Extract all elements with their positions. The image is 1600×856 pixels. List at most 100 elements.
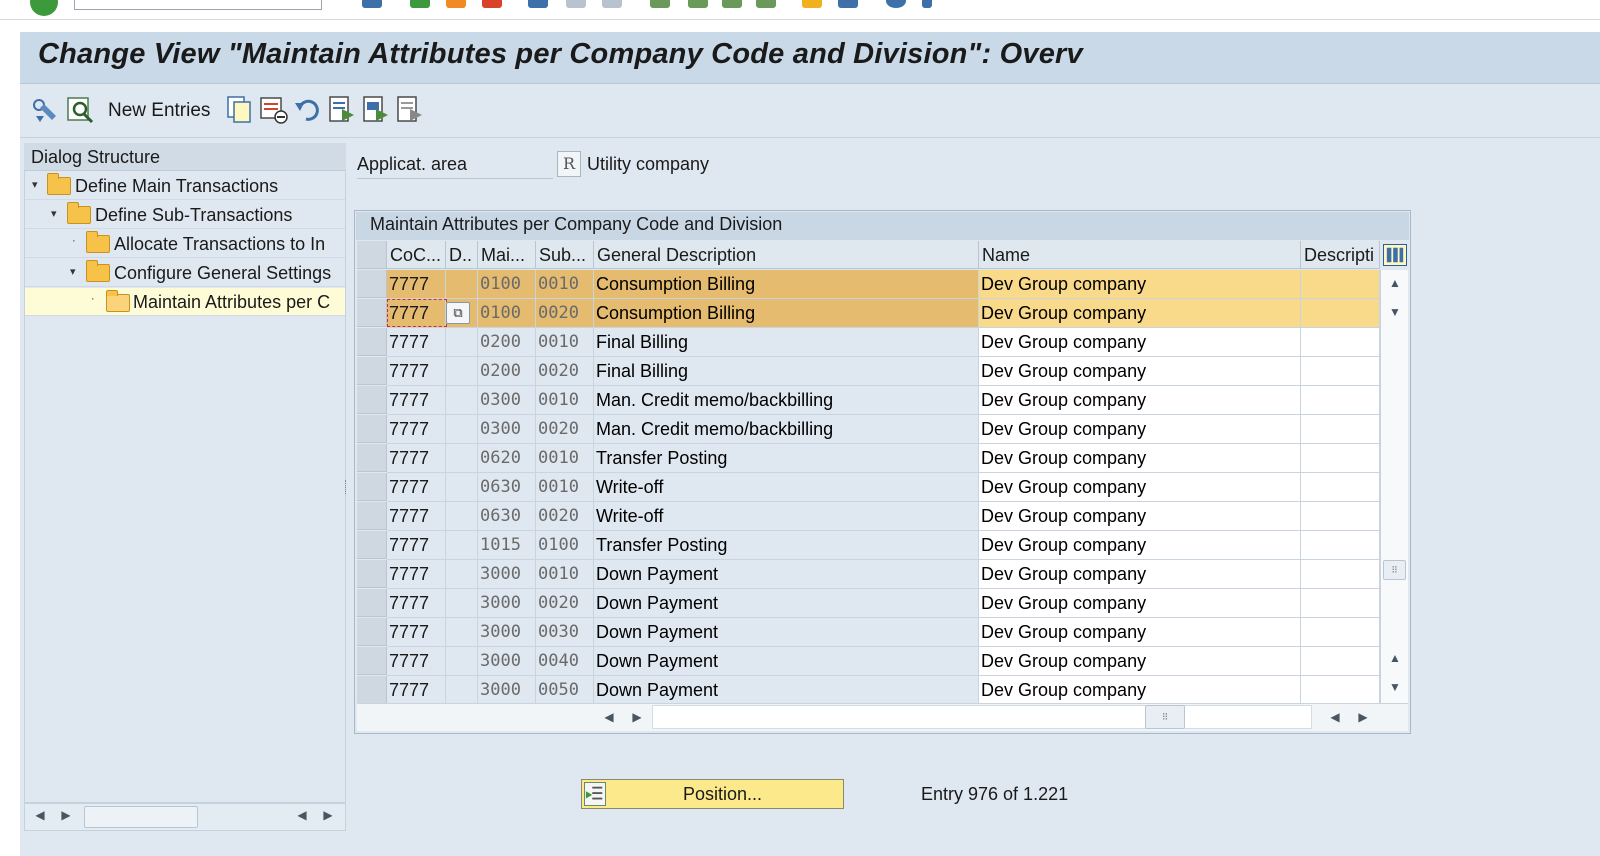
cell-division[interactable] bbox=[446, 386, 478, 415]
cell-name[interactable]: Dev Group company bbox=[979, 531, 1301, 560]
table-settings-icon[interactable] bbox=[1383, 244, 1407, 266]
chevron-down-icon[interactable]: ▾ bbox=[70, 265, 76, 278]
cell-description[interactable] bbox=[1301, 618, 1380, 647]
cell-name[interactable]: Dev Group company bbox=[979, 589, 1301, 618]
scroll-up-icon[interactable]: ▲ bbox=[1381, 276, 1409, 290]
row-selector[interactable] bbox=[357, 357, 387, 385]
shortcut-icon[interactable] bbox=[838, 0, 858, 8]
next-page-icon[interactable] bbox=[722, 0, 742, 8]
undo-icon[interactable] bbox=[294, 95, 322, 123]
cell-general-description[interactable]: Write-off bbox=[594, 502, 979, 531]
cell-general-description[interactable]: Down Payment bbox=[594, 560, 979, 589]
cell-sub-transaction[interactable]: 0010 bbox=[536, 270, 594, 299]
cell-main-transaction[interactable]: 3000 bbox=[478, 676, 536, 705]
new-session-icon[interactable] bbox=[802, 0, 822, 8]
row-selector[interactable] bbox=[357, 647, 387, 675]
cell-main-transaction[interactable]: 0300 bbox=[478, 386, 536, 415]
table-row[interactable]: 7777 0300 0010 Man. Credit memo/backbilling… bbox=[387, 386, 1380, 415]
table-row[interactable]: 7777 3000 0030 Down Payment Dev Group compan… bbox=[387, 618, 1380, 647]
cell-general-description[interactable]: Consumption Billing bbox=[594, 270, 979, 299]
cell-main-transaction[interactable]: 0200 bbox=[478, 357, 536, 386]
cell-sub-transaction[interactable]: 0010 bbox=[536, 444, 594, 473]
cell-division[interactable] bbox=[446, 415, 478, 444]
layout-icon[interactable] bbox=[922, 0, 932, 8]
tree-item-allocate-transactions[interactable]: · Allocate Transactions to In bbox=[25, 230, 345, 258]
cell-general-description[interactable]: Down Payment bbox=[594, 618, 979, 647]
scroll-left-icon[interactable]: ◀ bbox=[595, 710, 623, 724]
select-block-icon[interactable] bbox=[362, 95, 390, 125]
table-vertical-scrollbar[interactable] bbox=[1380, 270, 1408, 703]
cell-division[interactable] bbox=[446, 618, 478, 647]
row-selector[interactable] bbox=[357, 444, 387, 472]
column-header-main-transaction[interactable]: Mai... bbox=[478, 241, 536, 269]
cell-division[interactable] bbox=[446, 589, 478, 618]
cell-name[interactable]: Dev Group company bbox=[979, 357, 1301, 386]
previous-page-icon[interactable] bbox=[688, 0, 708, 8]
horizontal-scroll-track[interactable] bbox=[652, 705, 1312, 729]
cell-description[interactable] bbox=[1301, 647, 1380, 676]
cell-general-description[interactable]: Down Payment bbox=[594, 589, 979, 618]
cell-name[interactable]: Dev Group company bbox=[979, 618, 1301, 647]
scroll-right-icon[interactable]: ▶ bbox=[623, 710, 651, 724]
cell-general-description[interactable]: Man. Credit memo/backbilling bbox=[594, 386, 979, 415]
cell-sub-transaction[interactable]: 0020 bbox=[536, 357, 594, 386]
column-header-division[interactable]: D.. bbox=[446, 241, 478, 269]
cell-division[interactable] bbox=[446, 328, 478, 357]
cell-sub-transaction[interactable]: 0010 bbox=[536, 386, 594, 415]
back-icon[interactable] bbox=[410, 0, 430, 8]
scroll-up-icon[interactable]: ▲ bbox=[1381, 651, 1409, 665]
cell-main-transaction[interactable]: 0300 bbox=[478, 415, 536, 444]
chevron-down-icon[interactable]: ▾ bbox=[51, 207, 57, 220]
column-header-sub-transaction[interactable]: Sub... bbox=[536, 241, 594, 269]
cell-sub-transaction[interactable]: 0020 bbox=[536, 415, 594, 444]
cell-division[interactable] bbox=[446, 647, 478, 676]
cell-sub-transaction[interactable]: 0020 bbox=[536, 502, 594, 531]
row-selector[interactable] bbox=[357, 589, 387, 617]
cell-general-description[interactable]: Transfer Posting bbox=[594, 444, 979, 473]
row-selector[interactable] bbox=[357, 415, 387, 443]
find-next-icon[interactable] bbox=[602, 0, 622, 8]
cell-description[interactable] bbox=[1301, 299, 1380, 328]
cell-general-description[interactable]: Down Payment bbox=[594, 676, 979, 705]
cell-description[interactable] bbox=[1301, 415, 1380, 444]
save-icon[interactable] bbox=[362, 0, 382, 8]
row-selector[interactable] bbox=[357, 473, 387, 501]
row-selector[interactable] bbox=[357, 502, 387, 530]
table-row[interactable]: 7777 0200 0010 Final Billing Dev Group compa… bbox=[387, 328, 1380, 357]
table-row[interactable]: 7777 3000 0010 Down Payment Dev Group compan… bbox=[387, 560, 1380, 589]
select-all-icon[interactable] bbox=[328, 95, 356, 125]
command-field[interactable] bbox=[74, 0, 322, 10]
cell-main-transaction[interactable]: 0100 bbox=[478, 270, 536, 299]
cell-company-code[interactable]: 7777 bbox=[387, 647, 446, 676]
display-change-icon[interactable] bbox=[30, 96, 60, 124]
cell-company-code[interactable]: 7777 bbox=[387, 299, 446, 328]
cell-name[interactable]: Dev Group company bbox=[979, 299, 1301, 328]
cell-general-description[interactable]: Consumption Billing bbox=[594, 299, 979, 328]
cell-name[interactable]: Dev Group company bbox=[979, 647, 1301, 676]
cell-company-code[interactable]: 7777 bbox=[387, 589, 446, 618]
cell-name[interactable]: Dev Group company bbox=[979, 676, 1301, 705]
scroll-right-icon[interactable]: ▶ bbox=[52, 808, 80, 822]
cell-description[interactable] bbox=[1301, 502, 1380, 531]
row-selector[interactable] bbox=[357, 270, 387, 298]
table-row[interactable]: 7777 0200 0020 Final Billing Dev Group compa… bbox=[387, 357, 1380, 386]
cell-name[interactable]: Dev Group company bbox=[979, 502, 1301, 531]
cell-description[interactable] bbox=[1301, 560, 1380, 589]
new-entries-button[interactable]: New Entries bbox=[108, 100, 210, 122]
cell-main-transaction[interactable]: 0100 bbox=[478, 299, 536, 328]
cell-name[interactable]: Dev Group company bbox=[979, 473, 1301, 502]
cell-sub-transaction[interactable]: 0020 bbox=[536, 299, 594, 328]
cell-company-code[interactable]: 7777 bbox=[387, 328, 446, 357]
cell-general-description[interactable]: Transfer Posting bbox=[594, 531, 979, 560]
row-selector[interactable] bbox=[357, 328, 387, 356]
find-icon[interactable] bbox=[566, 0, 586, 8]
cell-company-code[interactable]: 7777 bbox=[387, 386, 446, 415]
row-selector[interactable] bbox=[357, 560, 387, 588]
exit-icon[interactable] bbox=[446, 0, 466, 8]
cell-sub-transaction[interactable]: 0010 bbox=[536, 560, 594, 589]
cell-sub-transaction[interactable]: 0100 bbox=[536, 531, 594, 560]
cell-division[interactable] bbox=[446, 270, 478, 299]
tree-scroll-thumb[interactable] bbox=[84, 806, 198, 828]
column-header-description[interactable]: Descripti bbox=[1301, 241, 1380, 269]
cell-description[interactable] bbox=[1301, 270, 1380, 299]
